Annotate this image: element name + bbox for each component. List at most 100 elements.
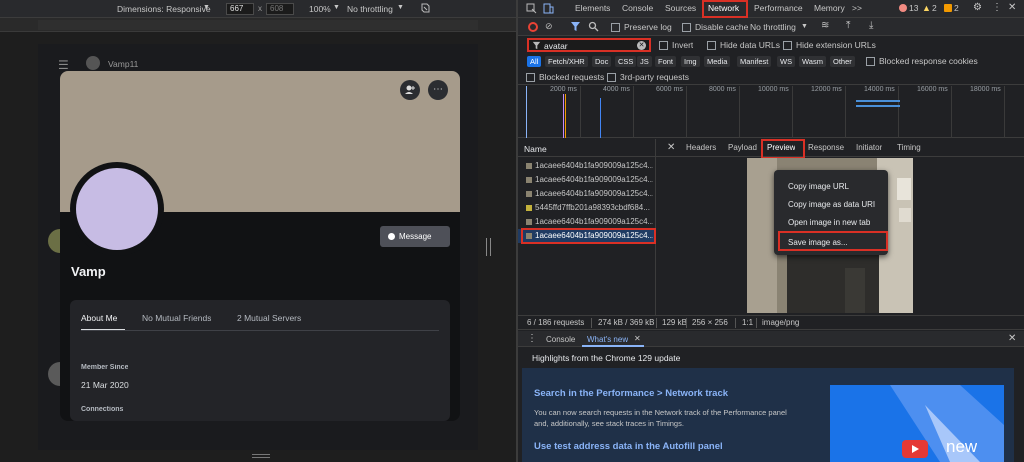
request-row[interactable]: 1acaee6404b1fa909009a125c4...	[518, 215, 656, 229]
close-drawer-icon[interactable]: ✕	[1008, 333, 1016, 344]
width-input[interactable]: 667	[226, 3, 254, 15]
drawer-menu-icon[interactable]: ⋮	[527, 333, 537, 344]
request-row[interactable]: 1acaee6404b1fa909009a125c4...	[518, 173, 656, 187]
feature-title-link[interactable]: Search in the Performance > Network trac…	[534, 388, 728, 399]
blocked-response-cookies-checkbox[interactable]	[866, 57, 875, 66]
third-party-requests-checkbox[interactable]	[607, 73, 616, 82]
request-row[interactable]: 1acaee6404b1fa909009a125c4...	[518, 159, 656, 173]
blocked-requests-checkbox[interactable]	[526, 73, 535, 82]
device-toggle-icon[interactable]	[543, 3, 554, 14]
more-tabs-button[interactable]: >>	[852, 3, 862, 13]
record-icon[interactable]	[528, 22, 538, 32]
tab-preview[interactable]: Preview	[767, 143, 795, 152]
chip-css[interactable]: CSS	[615, 56, 637, 67]
dimensions-dropdown[interactable]: Dimensions: Responsive	[117, 4, 211, 14]
invert-checkbox[interactable]	[659, 41, 668, 50]
feature-title-link[interactable]: Use test address data in the Autofill pa…	[534, 441, 723, 452]
message-button[interactable]: Message	[380, 226, 450, 247]
profile-popup: ⋯ Message Vamp About Me No Mutual Friend…	[60, 71, 460, 421]
error-count[interactable]: 13	[909, 3, 918, 13]
chip-font[interactable]: Font	[655, 56, 677, 67]
drawer-tab-whats-new[interactable]: What's new	[587, 335, 628, 344]
more-options-button[interactable]: ⋯	[428, 80, 448, 100]
filter-input[interactable]: avatar ✕	[527, 38, 651, 52]
open-image-new-tab-item[interactable]: Open image in new tab	[788, 218, 870, 227]
error-icon[interactable]	[899, 4, 907, 12]
import-har-icon[interactable]: ⤒	[846, 20, 850, 31]
add-friend-button[interactable]	[400, 80, 420, 100]
height-input[interactable]: 608	[266, 3, 294, 15]
hide-extension-urls-label: Hide extension URLs	[796, 40, 876, 50]
tab-elements[interactable]: Elements	[575, 3, 610, 13]
tab-about-me[interactable]: About Me	[81, 313, 117, 323]
image-dimensions: 256 × 256	[692, 318, 728, 327]
close-detail-icon[interactable]: ✕	[667, 142, 675, 153]
network-overview-timeline[interactable]: 2000 ms 4000 ms 6000 ms 8000 ms 10000 ms…	[518, 86, 1024, 138]
disable-cache-checkbox[interactable]	[682, 23, 691, 32]
network-throttling-dropdown[interactable]: No throttling	[750, 22, 796, 32]
chevron-down-icon[interactable]: ▼	[203, 4, 210, 11]
kebab-menu-icon[interactable]: ⋮	[992, 2, 1002, 13]
clear-filter-icon[interactable]: ✕	[637, 41, 646, 50]
copy-image-data-uri-item[interactable]: Copy image as data URI	[788, 200, 875, 209]
chip-all[interactable]: All	[527, 56, 542, 67]
issues-count[interactable]: 2	[954, 3, 959, 13]
inspect-icon[interactable]	[526, 3, 537, 14]
zoom-dropdown[interactable]: 100%	[309, 4, 331, 14]
issues-icon[interactable]	[944, 4, 952, 12]
whats-new-video-thumbnail[interactable]: new	[830, 385, 1004, 462]
request-row[interactable]: 5445ffd7ffb201a98393cbdf684...	[518, 201, 656, 215]
tab-mutual-friends[interactable]: No Mutual Friends	[142, 313, 211, 323]
chip-js[interactable]: JS	[637, 56, 652, 67]
rotate-icon[interactable]	[419, 2, 431, 14]
play-button[interactable]	[902, 440, 928, 458]
network-toolbar: ⊘ Preserve log Disable cache No throttli…	[518, 18, 1024, 36]
chip-fetch-xhr[interactable]: Fetch/XHR	[545, 56, 588, 67]
preserve-log-checkbox[interactable]	[611, 23, 620, 32]
chip-img[interactable]: Img	[681, 56, 700, 67]
warning-icon[interactable]: ▲	[922, 3, 931, 13]
resize-handle-right[interactable]	[486, 238, 491, 256]
wifi-settings-icon[interactable]: ≋	[821, 20, 829, 31]
chip-wasm[interactable]: Wasm	[799, 56, 826, 67]
chip-ws[interactable]: WS	[777, 56, 796, 67]
tab-performance[interactable]: Performance	[754, 3, 803, 13]
profile-avatar[interactable]	[76, 168, 158, 250]
tab-network[interactable]: Network	[708, 3, 739, 13]
chip-manifest[interactable]: Manifest	[737, 56, 772, 67]
tab-response[interactable]: Response	[808, 143, 844, 152]
chevron-down-icon[interactable]: ▼	[801, 23, 808, 30]
request-row[interactable]: 1acaee6404b1fa909009a125c4...	[518, 187, 656, 201]
settings-gear-icon[interactable]: ⚙	[973, 2, 982, 13]
menu-icon[interactable]: ☰	[58, 58, 69, 72]
tab-initiator[interactable]: Initiator	[856, 143, 882, 152]
drawer-tab-console[interactable]: Console	[546, 335, 575, 344]
clear-icon[interactable]: ⊘	[545, 21, 553, 32]
chevron-down-icon[interactable]: ▼	[397, 4, 404, 11]
export-har-icon[interactable]: ⤓	[869, 20, 873, 31]
tab-timing[interactable]: Timing	[897, 143, 921, 152]
chip-other[interactable]: Other	[830, 56, 855, 67]
tab-sources[interactable]: Sources	[665, 3, 696, 13]
copy-image-url-item[interactable]: Copy image URL	[788, 182, 849, 191]
throttling-dropdown[interactable]: No throttling	[347, 4, 393, 14]
hide-extension-urls-checkbox[interactable]	[783, 41, 792, 50]
hide-data-urls-checkbox[interactable]	[707, 41, 716, 50]
tab-payload[interactable]: Payload	[728, 143, 757, 152]
chevron-down-icon[interactable]: ▼	[333, 4, 340, 11]
name-column-header[interactable]: Name	[524, 144, 547, 154]
close-icon[interactable]: ✕	[1008, 2, 1016, 13]
search-icon[interactable]	[588, 21, 599, 32]
close-drawer-tab-icon[interactable]: ✕	[634, 334, 641, 343]
tab-memory[interactable]: Memory	[814, 3, 845, 13]
tab-console[interactable]: Console	[622, 3, 653, 13]
warning-count[interactable]: 2	[932, 3, 937, 13]
chip-media[interactable]: Media	[704, 56, 731, 67]
resize-handle-bottom[interactable]	[252, 454, 270, 458]
devtools-panel: Elements Console Sources Network Perform…	[518, 0, 1024, 462]
whats-new-card: Search in the Performance > Network trac…	[522, 368, 1014, 462]
chip-doc[interactable]: Doc	[592, 56, 612, 67]
tab-mutual-servers[interactable]: 2 Mutual Servers	[237, 313, 301, 323]
tab-headers[interactable]: Headers	[686, 143, 716, 152]
filter-icon[interactable]	[570, 21, 581, 32]
